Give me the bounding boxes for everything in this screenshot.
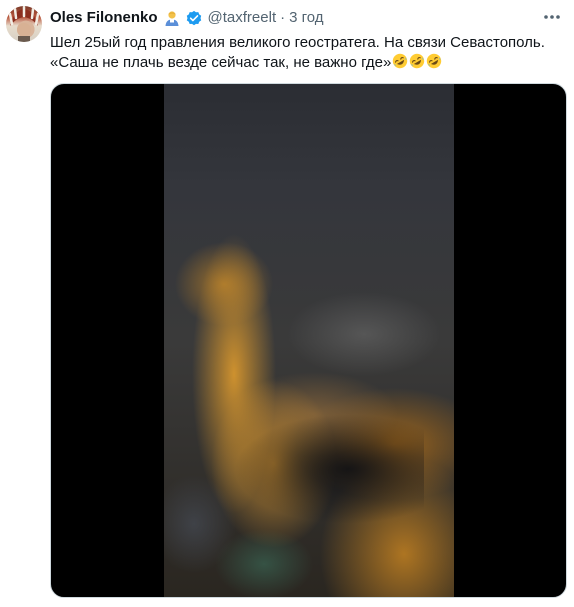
tweet-card[interactable]: Oles Filonenko @taxfreelt · 3 год Шел 25… <box>0 0 574 607</box>
video-player[interactable] <box>50 83 567 598</box>
tweet-text: Шел 25ый год правления великого геострат… <box>50 33 570 73</box>
video-frame-shadow <box>234 414 424 524</box>
author-handle[interactable]: @taxfreelt <box>208 8 277 28</box>
verified-badge-icon <box>186 10 201 26</box>
tweet-text-line-2: «Саша не плачь везде сейчас так, не важн… <box>50 53 570 73</box>
tweet-header: Oles Filonenko @taxfreelt · 3 год <box>50 8 324 28</box>
rolling-on-floor-laughing-emoji-icon <box>410 53 425 69</box>
rolling-on-floor-laughing-emoji-icon <box>393 53 408 69</box>
author-name[interactable]: Oles Filonenko <box>50 8 158 28</box>
video-frame[interactable] <box>164 84 454 597</box>
rolling-on-floor-laughing-emoji-icon <box>427 53 442 69</box>
separator-dot: · <box>280 9 286 26</box>
avatar-headdress-graphic <box>8 6 40 42</box>
person-emoji-icon <box>165 11 179 26</box>
tweet-text-line-1: Шел 25ый год правления великого геострат… <box>50 34 545 51</box>
avatar[interactable] <box>6 6 42 42</box>
tweet-text-line-2-body: «Саша не плачь везде сейчас так, не важн… <box>50 54 392 71</box>
more-options-icon[interactable] <box>542 10 562 24</box>
tweet-timestamp[interactable]: 3 год <box>289 8 323 28</box>
